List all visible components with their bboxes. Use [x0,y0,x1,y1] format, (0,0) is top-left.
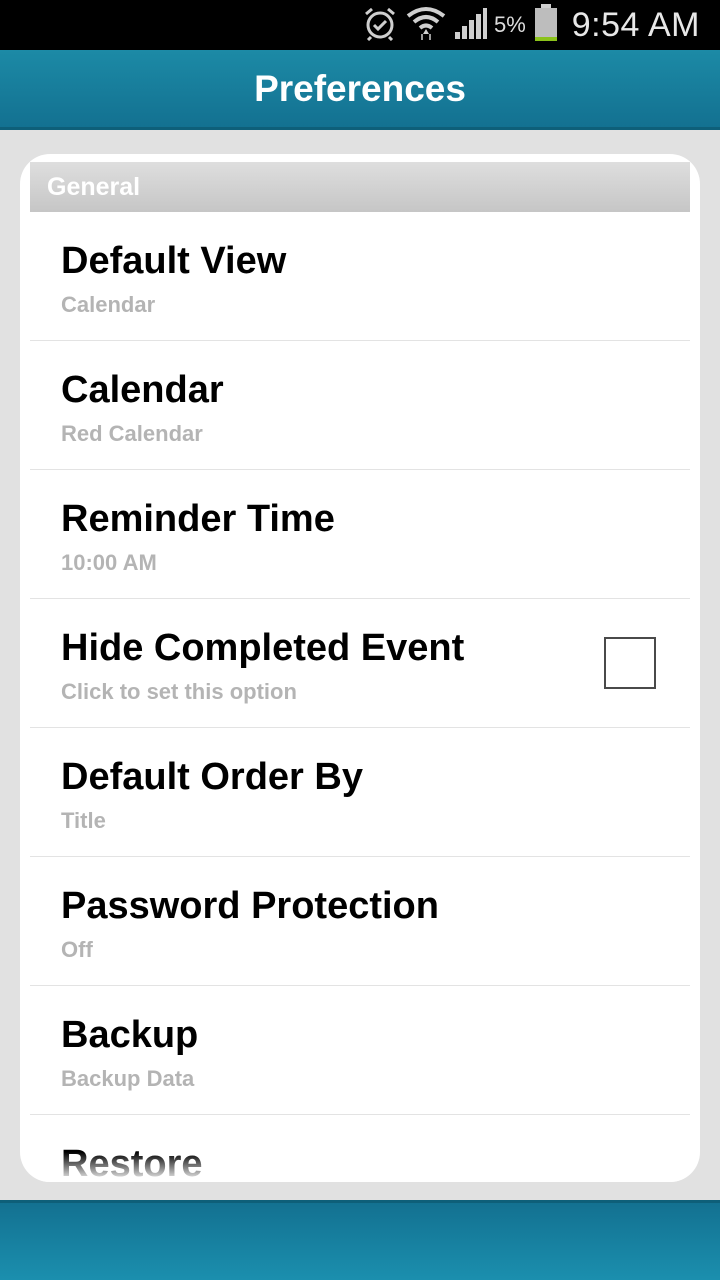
pref-summary: 10:00 AM [61,550,157,575]
pref-default-order-by[interactable]: Default Order By Title [30,728,690,857]
section-title: General [47,172,141,201]
pref-restore[interactable]: Restore [30,1115,690,1182]
pref-summary: Off [61,937,93,962]
pref-title: Reminder Time [61,498,335,540]
status-bar: 5% 9:54 AM [0,0,720,50]
pref-calendar[interactable]: Calendar Red Calendar [30,341,690,470]
pref-title: Calendar [61,369,224,411]
page-title: Preferences [254,67,466,109]
status-icons: 5% 9:54 AM [362,0,700,50]
pref-default-view[interactable]: Default View Calendar [30,212,690,341]
wifi-icon [406,4,446,47]
pref-reminder-time[interactable]: Reminder Time 10:00 AM [30,470,690,599]
pref-title: Hide Completed Event [61,627,465,669]
section-header-general: General [30,162,690,212]
pref-summary: Click to set this option [61,679,297,704]
pref-title: Password Protection [61,885,439,927]
clock: 9:54 AM [571,5,700,44]
signal-icon [454,6,488,45]
preferences-card: General Default View Calendar Calendar R… [20,154,700,1182]
pref-title: Default Order By [61,756,363,798]
pref-summary: Backup Data [61,1066,195,1091]
battery-icon [534,3,558,47]
pref-hide-completed-event[interactable]: Hide Completed Event Click to set this o… [30,599,690,728]
pref-backup[interactable]: Backup Backup Data [30,986,690,1115]
alarm-icon [362,5,398,46]
pref-summary: Title [61,808,106,833]
pref-title: Backup [61,1014,199,1056]
hide-completed-checkbox[interactable] [604,637,656,689]
bottom-bar [0,1200,720,1280]
pref-summary: Red Calendar [61,421,203,446]
battery-percent: 5% [493,12,526,37]
pref-summary: Calendar [61,292,156,317]
preferences-list: Default View Calendar Calendar Red Calen… [30,212,690,1182]
action-bar: Preferences [0,50,720,130]
pref-password-protection[interactable]: Password Protection Off [30,857,690,986]
pref-title: Restore [61,1143,203,1182]
pref-title: Default View [61,240,287,282]
